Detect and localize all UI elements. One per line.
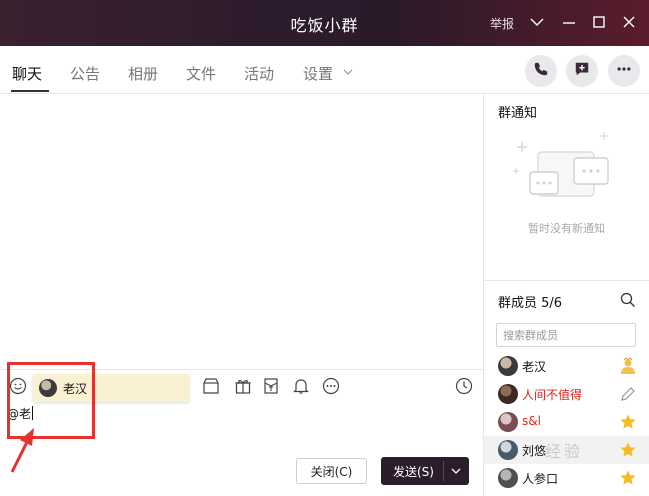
report-link[interactable]: 举报 xyxy=(490,15,514,32)
send-button-label: 发送(S) xyxy=(393,465,434,479)
member-row[interactable]: 人参口 xyxy=(484,464,649,492)
add-message-button[interactable] xyxy=(566,55,598,87)
search-icon[interactable] xyxy=(620,292,636,308)
member-name: 人参口 xyxy=(522,472,559,486)
tab-announcement[interactable]: 公告 xyxy=(70,63,100,84)
tab-activity[interactable]: 活动 xyxy=(244,63,274,84)
avatar xyxy=(498,468,518,488)
red-packet-icon[interactable] xyxy=(262,377,280,395)
right-panel: 群通知 暂时没有新通知 群成员 5/6 老汉 人间不值得 s&l xyxy=(483,94,649,496)
more-tools-icon[interactable] xyxy=(322,377,340,395)
notice-title: 群通知 xyxy=(498,106,538,121)
chevron-down-icon[interactable] xyxy=(342,66,354,78)
tab-bar: 聊天 公告 相册 文件 活动 设置 xyxy=(0,46,649,94)
more-button[interactable] xyxy=(608,55,640,87)
annotation-arrow-icon xyxy=(10,428,34,473)
member-row[interactable]: s&l xyxy=(484,408,649,436)
send-button-divider xyxy=(443,461,444,481)
chevron-down-icon[interactable] xyxy=(528,13,546,31)
chevron-down-icon[interactable] xyxy=(449,464,463,478)
tab-files[interactable]: 文件 xyxy=(186,63,216,84)
bell-icon[interactable] xyxy=(292,377,310,395)
tab-chat[interactable]: 聊天 xyxy=(12,63,42,84)
chat-message-area[interactable] xyxy=(0,94,483,369)
member-row[interactable]: 人间不值得 xyxy=(484,380,649,408)
member-name: 人间不值得 xyxy=(522,388,583,402)
avatar xyxy=(498,412,518,432)
active-tab-indicator xyxy=(11,90,49,92)
send-button[interactable]: 发送(S) xyxy=(381,457,469,485)
add-message-icon xyxy=(574,61,590,81)
members-title: 群成员 5/6 xyxy=(498,296,563,311)
divider xyxy=(484,280,649,281)
call-button[interactable] xyxy=(525,55,557,87)
close-icon[interactable] xyxy=(620,13,638,31)
title-bar: 吃饭小群 举报 xyxy=(0,0,649,46)
tab-album[interactable]: 相册 xyxy=(128,63,158,84)
more-icon xyxy=(616,61,632,81)
watermark: 经验 xyxy=(545,442,584,461)
member-name: s&l xyxy=(522,414,541,428)
close-button[interactable]: 关闭(C) xyxy=(296,458,367,484)
history-icon[interactable] xyxy=(455,377,473,395)
owner-icon xyxy=(619,357,637,375)
star-icon xyxy=(619,413,637,431)
maximize-icon[interactable] xyxy=(590,13,608,31)
star-icon xyxy=(619,469,637,487)
avatar xyxy=(498,384,518,404)
gift-icon[interactable] xyxy=(234,377,252,395)
tab-settings[interactable]: 设置 xyxy=(303,63,333,84)
member-search-input[interactable] xyxy=(496,323,636,347)
phone-icon xyxy=(533,61,549,81)
shop-icon[interactable] xyxy=(202,377,220,395)
avatar xyxy=(498,356,518,376)
minimize-icon[interactable] xyxy=(560,13,578,31)
member-row[interactable]: 老汉 xyxy=(484,352,649,380)
empty-notice-illustration-icon xyxy=(513,132,609,197)
star-icon xyxy=(619,441,637,459)
avatar xyxy=(498,440,518,460)
window-title: 吃饭小群 xyxy=(290,16,359,35)
member-name: 刘悠 xyxy=(522,444,547,458)
member-name: 老汉 xyxy=(522,360,547,374)
notice-empty-text: 暂时没有新通知 xyxy=(528,222,605,235)
edit-icon xyxy=(619,385,637,403)
